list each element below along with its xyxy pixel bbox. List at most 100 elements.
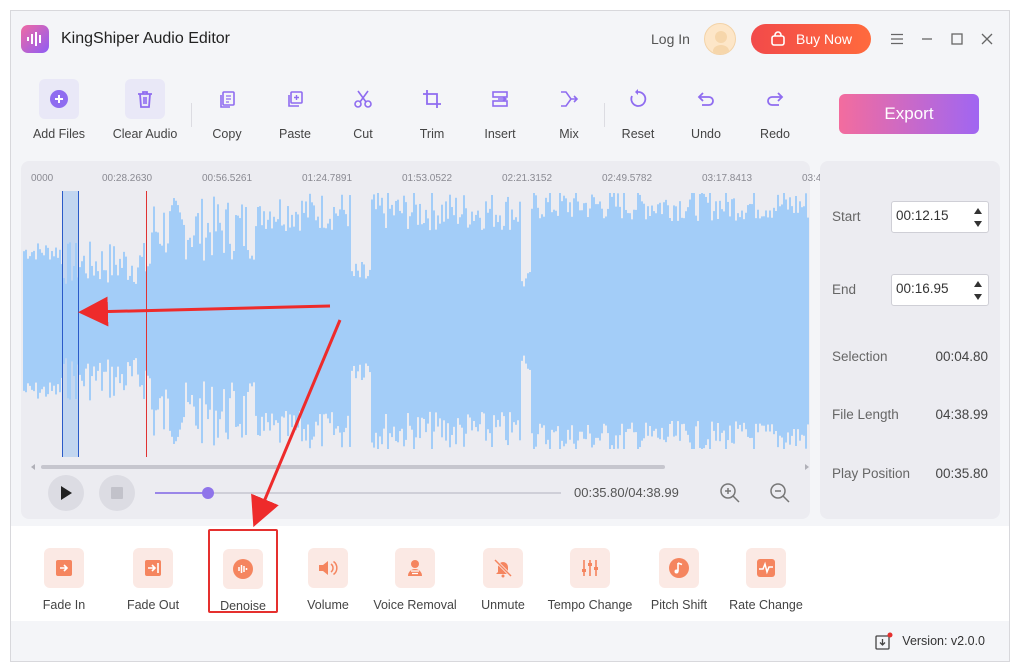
update-icon[interactable]	[875, 632, 893, 650]
waveform-bar	[579, 210, 581, 432]
login-link[interactable]: Log In	[651, 31, 690, 47]
voice-removal-button[interactable]: Voice Removal	[369, 536, 461, 612]
rate-change-label: Rate Change	[729, 598, 803, 612]
trim-button[interactable]: Trim	[397, 67, 467, 141]
waveform-bar	[671, 220, 673, 422]
selection-end-line[interactable]	[78, 191, 79, 457]
waveform-bar	[237, 215, 239, 427]
waveform-bar	[627, 213, 629, 429]
waveform-bar	[567, 212, 569, 430]
waveform-bar	[777, 194, 779, 448]
fade-out-button[interactable]: Fade Out	[107, 536, 199, 612]
waveform-bar	[95, 261, 97, 381]
waveform-bar	[775, 211, 777, 431]
version-text: Version: v2.0.0	[902, 634, 985, 648]
buy-now-button[interactable]: Buy Now	[751, 24, 871, 54]
waveform-bar	[25, 249, 27, 393]
waveform-bar	[561, 201, 563, 441]
waveform-bar	[597, 204, 599, 438]
redo-button[interactable]: Redo	[740, 67, 810, 141]
waveform-bar	[403, 195, 405, 447]
waveform-bar	[539, 218, 541, 424]
denoise-icon	[223, 549, 263, 589]
start-time-field[interactable]	[891, 201, 989, 233]
file-length-value: 04:38.99	[935, 407, 988, 422]
waveform-bar	[537, 207, 539, 435]
clear-audio-button[interactable]: Clear Audio	[110, 67, 180, 141]
zoom-out-icon[interactable]	[769, 482, 791, 504]
close-icon[interactable]	[977, 29, 997, 49]
waveform-bar	[475, 214, 477, 428]
waveform-bar	[329, 218, 331, 424]
stop-button[interactable]	[99, 475, 135, 511]
cut-button[interactable]: Cut	[328, 67, 398, 141]
decrement-icon[interactable]	[972, 291, 984, 303]
horizontal-scrollbar[interactable]	[31, 457, 811, 470]
copy-button[interactable]: Copy	[192, 67, 262, 141]
zoom-in-icon[interactable]	[719, 482, 741, 504]
increment-icon[interactable]	[972, 205, 984, 217]
paste-button[interactable]: Paste	[260, 67, 330, 141]
ruler-tick-label: 02:21.3152	[502, 173, 553, 184]
end-time-field[interactable]	[891, 274, 989, 306]
pulse-icon	[746, 548, 786, 588]
waveform-bar	[225, 209, 227, 433]
waveform-bar	[497, 222, 499, 420]
waveform-bar	[93, 275, 95, 367]
increment-icon[interactable]	[972, 278, 984, 290]
selection-value: 00:04.80	[935, 349, 988, 364]
unmute-button[interactable]: Unmute	[457, 536, 549, 612]
waveform-bar	[35, 259, 37, 383]
minimize-icon[interactable]	[917, 29, 937, 49]
tempo-change-button[interactable]: Tempo Change	[544, 536, 636, 612]
waveform-bar	[483, 228, 485, 414]
waveform-bar	[91, 265, 93, 377]
waveform-bar	[461, 214, 463, 428]
add-files-button[interactable]: Add Files	[24, 67, 94, 141]
end-time-input[interactable]	[896, 281, 966, 296]
pitch-shift-button[interactable]: Pitch Shift	[633, 536, 725, 612]
avatar[interactable]	[704, 23, 736, 55]
menu-icon[interactable]	[887, 29, 907, 49]
export-button[interactable]: Export	[839, 94, 979, 134]
waveform-bar	[185, 259, 187, 383]
paste-icon	[275, 79, 315, 119]
start-time-input[interactable]	[896, 208, 966, 223]
waveform-bar	[81, 261, 83, 381]
insert-button[interactable]: Insert	[465, 67, 535, 141]
waveform-bar	[207, 222, 209, 420]
waveform[interactable]	[21, 191, 810, 457]
waveform-bar	[679, 201, 681, 441]
play-button[interactable]	[48, 475, 84, 511]
waveform-bar	[721, 209, 723, 433]
waveform-bar	[211, 255, 213, 387]
waveform-bar	[375, 209, 377, 433]
denoise-button[interactable]: Denoise	[208, 529, 278, 613]
playback-slider-thumb[interactable]	[201, 487, 214, 499]
waveform-bar	[621, 218, 623, 424]
stop-icon	[111, 487, 123, 499]
maximize-icon[interactable]	[947, 29, 967, 49]
waveform-bar	[463, 195, 465, 447]
waveform-bar	[643, 203, 645, 439]
waveform-bar	[419, 203, 421, 439]
waveform-bar	[301, 200, 303, 442]
selection-start-line[interactable]	[62, 191, 63, 457]
waveform-bar	[801, 207, 803, 435]
waveform-bar	[271, 228, 273, 414]
undo-button[interactable]: Undo	[671, 67, 741, 141]
fade-in-button[interactable]: Fade In	[18, 536, 110, 612]
decrement-icon[interactable]	[972, 218, 984, 230]
waveform-bar	[701, 193, 703, 449]
scissors-icon	[343, 79, 383, 119]
waveform-bar	[437, 215, 439, 427]
volume-button[interactable]: Volume	[282, 536, 374, 612]
mix-button[interactable]: Mix	[534, 67, 604, 141]
tempo-change-label: Tempo Change	[547, 598, 633, 612]
playhead-line[interactable]	[146, 191, 147, 457]
waveform-bar	[341, 194, 343, 448]
reset-button[interactable]: Reset	[603, 67, 673, 141]
waveform-bar	[445, 201, 447, 441]
rate-change-button[interactable]: Rate Change	[720, 536, 812, 612]
playback-slider[interactable]	[155, 487, 561, 499]
